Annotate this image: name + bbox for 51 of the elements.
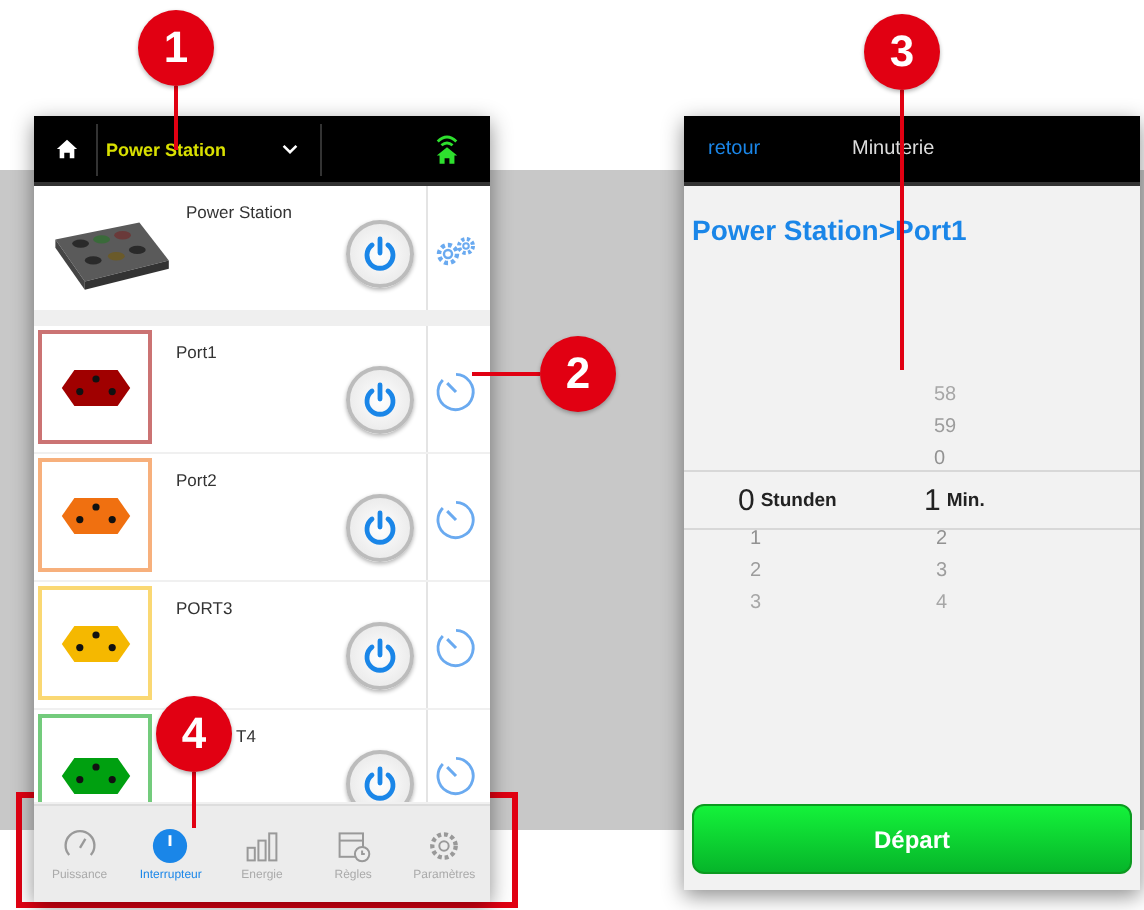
bar-chart-icon xyxy=(243,827,280,863)
power-icon xyxy=(152,827,189,863)
socket-tile[interactable] xyxy=(38,714,152,802)
picker-unit: Stunden xyxy=(760,489,837,511)
picker-value[interactable]: 58 xyxy=(934,386,957,406)
timer-icon[interactable] xyxy=(434,626,478,670)
port-name: Port2 xyxy=(176,470,217,490)
timer-icon[interactable] xyxy=(434,498,478,542)
leader-line xyxy=(192,772,196,828)
device-name: Power Station xyxy=(186,202,294,222)
picker-value[interactable]: 2 xyxy=(936,530,948,550)
settings-icon xyxy=(426,827,463,863)
power-button[interactable] xyxy=(346,750,414,802)
calendar-clock-icon xyxy=(335,827,372,863)
chevron-down-icon[interactable] xyxy=(282,144,298,154)
picker-value[interactable]: 3 xyxy=(936,562,948,582)
power-button[interactable] xyxy=(346,220,414,288)
power-icon xyxy=(360,380,400,420)
start-button[interactable]: Départ xyxy=(692,804,1132,874)
picker-unit: Min. xyxy=(946,489,985,511)
power-icon xyxy=(360,234,400,274)
device-dropdown[interactable]: Power Station xyxy=(98,139,282,159)
picker-selected-value[interactable]: 0 xyxy=(738,483,755,517)
power-button[interactable] xyxy=(346,622,414,690)
timer-icon[interactable] xyxy=(434,370,478,414)
picker-selected-value[interactable]: 1 xyxy=(924,483,941,517)
power-icon xyxy=(360,764,400,802)
home-icon[interactable] xyxy=(56,138,78,160)
power-icon xyxy=(360,508,400,548)
socket-tile[interactable] xyxy=(38,330,152,444)
power-button[interactable] xyxy=(346,494,414,562)
timer-icon[interactable] xyxy=(434,754,478,798)
picker-value[interactable]: 2 xyxy=(750,562,762,582)
port-name: T4 xyxy=(236,726,256,746)
port-name: Port1 xyxy=(176,342,217,362)
power-icon xyxy=(360,636,400,676)
picker-value[interactable]: 59 xyxy=(934,418,957,438)
picker-value[interactable]: 0 xyxy=(934,450,957,470)
leader-line xyxy=(472,372,540,376)
power-button[interactable] xyxy=(346,366,414,434)
callout-number: 3 xyxy=(864,14,940,90)
picker-value[interactable]: 4 xyxy=(936,594,948,614)
wifi-home-icon[interactable] xyxy=(434,134,460,164)
leader-line xyxy=(174,86,178,150)
settings-icon[interactable] xyxy=(434,236,478,268)
picker-value[interactable]: 3 xyxy=(750,594,762,614)
back-link[interactable]: retour xyxy=(708,138,852,160)
callout-number: 1 xyxy=(138,10,214,86)
port-name: PORT3 xyxy=(176,598,233,618)
socket-tile[interactable] xyxy=(38,458,152,572)
picker-value[interactable]: 1 xyxy=(750,530,762,550)
